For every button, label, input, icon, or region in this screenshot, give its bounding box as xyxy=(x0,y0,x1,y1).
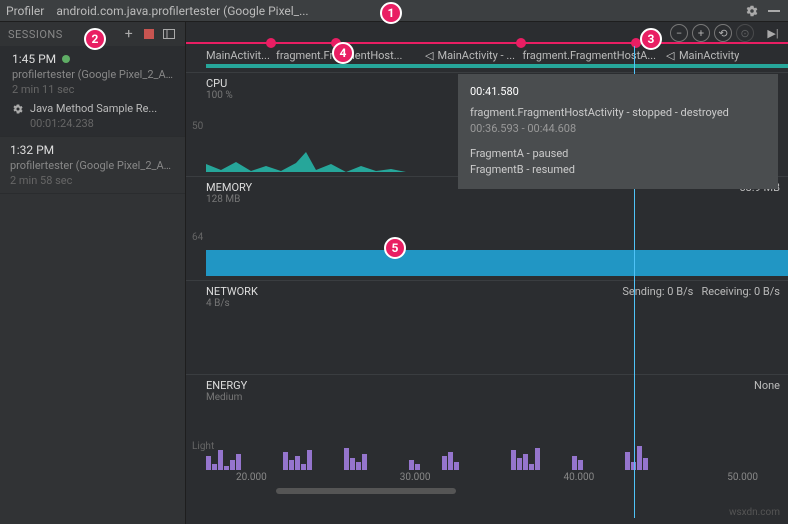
tooltip-title: fragment.FragmentHostActivity - stopped … xyxy=(470,105,766,122)
live-indicator-icon xyxy=(62,55,70,63)
callout-1: 1 xyxy=(380,2,402,24)
energy-section[interactable]: ENERGY Medium None Light xyxy=(186,374,788,494)
activity-timeline-line xyxy=(186,42,788,44)
memory-tick: 64 xyxy=(192,232,203,243)
session-time: 1:45 PM xyxy=(12,52,56,66)
activity-progress-bar xyxy=(206,64,788,68)
stop-session-icon[interactable] xyxy=(141,26,157,42)
method-gear-icon xyxy=(12,103,24,115)
activity-segment: MainActivity xyxy=(679,49,739,62)
activity-segment: fragment.FragmentHostA... xyxy=(522,49,662,62)
sessions-label: SESSIONS xyxy=(8,28,63,41)
zoom-reset-icon[interactable]: ⟲ xyxy=(714,24,732,42)
tooltip-line: FragmentB - resumed xyxy=(470,162,766,179)
callout-3: 3 xyxy=(640,28,662,50)
energy-chart xyxy=(206,430,788,470)
session-duration: 2 min 11 sec xyxy=(12,83,175,96)
time-tick: 20.000 xyxy=(236,472,267,492)
tooltip-range: 00:36.593 - 00:44.608 xyxy=(470,121,766,138)
activity-segment: MainActivit... xyxy=(206,49,276,62)
tooltip-time: 00:41.580 xyxy=(470,84,766,101)
zoom-controls: − + ⟲ ⊙ ▶| xyxy=(670,24,782,42)
back-nav-icon: ▷ xyxy=(666,49,674,62)
zoom-fit-icon[interactable]: ⊙ xyxy=(736,24,754,42)
tooltip-line: FragmentA - paused xyxy=(470,146,766,163)
panel-toggle-icon[interactable] xyxy=(161,26,177,42)
callout-2: 2 xyxy=(84,28,106,50)
back-nav-icon: ▷ xyxy=(425,49,433,62)
cpu-tick: 50 xyxy=(192,121,203,132)
memory-chart xyxy=(206,250,788,276)
memory-scale: 128 MB xyxy=(186,194,788,205)
zoom-out-icon[interactable]: − xyxy=(670,24,688,42)
callout-5: 5 xyxy=(384,237,406,259)
session-duration: 2 min 58 sec xyxy=(10,174,175,187)
time-range-slider[interactable] xyxy=(276,488,456,494)
zoom-in-icon[interactable]: + xyxy=(692,24,710,42)
gear-icon[interactable] xyxy=(744,3,760,19)
watermark: wsxdn.com xyxy=(729,507,780,518)
network-section[interactable]: NETWORK 4 B/s Sending: 0 B/s Receiving: … xyxy=(186,280,788,370)
time-tick: 50.000 xyxy=(727,472,758,492)
memory-section[interactable]: MEMORY 128 MB 58.9 MB 64 xyxy=(186,176,788,276)
add-session-icon[interactable]: + xyxy=(121,26,137,42)
session-device: profilertester (Google Pixel_2_API... xyxy=(12,68,175,81)
energy-scale: Medium xyxy=(186,392,788,403)
hover-tooltip: 00:41.580 fragment.FragmentHostActivity … xyxy=(458,74,778,189)
network-scale: 4 B/s xyxy=(186,298,788,309)
session-device: profilertester (Google Pixel_2_API... xyxy=(10,159,175,172)
activity-strip[interactable]: MainActivit... fragment.FragmentHost... … xyxy=(186,46,788,64)
activity-segment: MainActivity - ... xyxy=(437,49,522,62)
callout-4: 4 xyxy=(332,42,354,64)
session-item[interactable]: 1:32 PM profilertester (Google Pixel_2_A… xyxy=(0,137,185,194)
minimize-icon[interactable] xyxy=(766,3,782,19)
network-value: Sending: 0 B/s Receiving: 0 B/s xyxy=(622,285,780,298)
session-time: 1:32 PM xyxy=(10,143,54,157)
go-live-icon[interactable]: ▶| xyxy=(764,24,782,42)
time-tick: 40.000 xyxy=(564,472,595,492)
session-method-time: 00:01:24.238 xyxy=(12,117,175,130)
energy-value: None xyxy=(754,379,780,392)
session-item[interactable]: 1:45 PM profilertester (Google Pixel_2_A… xyxy=(0,46,185,137)
tab-process[interactable]: android.com.java.profilertester (Google … xyxy=(56,4,308,18)
energy-title: ENERGY xyxy=(186,375,788,392)
tab-profiler[interactable]: Profiler xyxy=(6,4,44,18)
profiler-content: − + ⟲ ⊙ ▶| MainActivit... fragment.Fragm… xyxy=(186,22,788,524)
sessions-sidebar: SESSIONS + 1:45 PM profilertester (Googl… xyxy=(0,22,186,524)
session-method: Java Method Sample Re... xyxy=(30,102,157,115)
